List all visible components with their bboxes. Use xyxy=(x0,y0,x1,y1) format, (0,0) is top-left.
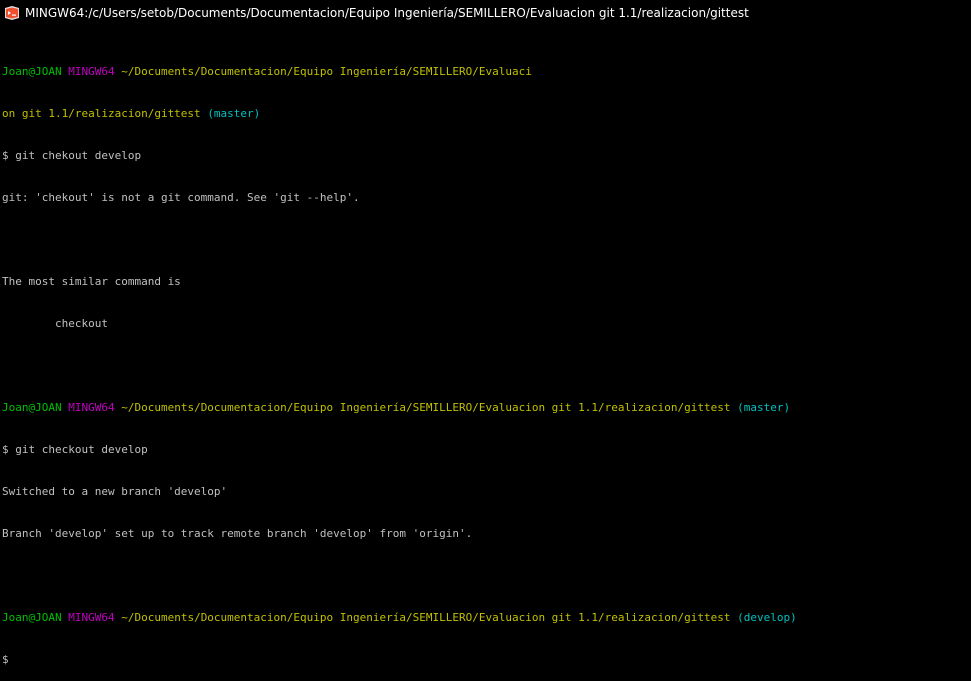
git-bash-icon xyxy=(4,5,20,21)
prompt-path-wrap: on git 1.1/realizacion/gittest xyxy=(2,107,201,120)
command-line: $ git chekout develop xyxy=(2,149,142,162)
prompt-branch: (master) xyxy=(207,107,261,120)
prompt-user: Joan@JOAN xyxy=(2,611,62,624)
prompt-line: Joan@JOAN MINGW64 ~/Documents/Documentac… xyxy=(2,65,968,79)
prompt-user: Joan@JOAN xyxy=(2,65,62,78)
prompt-branch: (develop) xyxy=(737,611,797,624)
prompt-line-wrap: on git 1.1/realizacion/gittest (master) xyxy=(2,107,968,121)
terminal-output[interactable]: Joan@JOAN MINGW64 ~/Documents/Documentac… xyxy=(2,37,968,666)
command-line: $ git checkout develop xyxy=(2,443,148,456)
prompt-line: Joan@JOAN MINGW64 ~/Documents/Documentac… xyxy=(2,611,968,625)
output-line: Branch 'develop' set up to track remote … xyxy=(2,527,473,540)
prompt-host: MINGW64 xyxy=(68,65,115,78)
prompt-path: ~/Documents/Documentacion/Equipo Ingenie… xyxy=(121,65,532,78)
prompt-path: ~/Documents/Documentacion/Equipo Ingenie… xyxy=(121,401,731,414)
output-line: The most similar command is xyxy=(2,275,181,288)
window-title: MINGW64:/c/Users/setob/Documents/Documen… xyxy=(25,6,749,20)
prompt-host: MINGW64 xyxy=(68,611,115,624)
output-line: Switched to a new branch 'develop' xyxy=(2,485,228,498)
window-titlebar[interactable]: MINGW64:/c/Users/setob/Documents/Documen… xyxy=(0,0,971,26)
input-prompt[interactable]: $ xyxy=(2,653,968,667)
output-line: checkout xyxy=(2,317,108,330)
output-line: git: 'chekout' is not a git command. See… xyxy=(2,191,360,204)
prompt-branch: (master) xyxy=(737,401,791,414)
prompt-user: Joan@JOAN xyxy=(2,401,62,414)
prompt-line: Joan@JOAN MINGW64 ~/Documents/Documentac… xyxy=(2,401,968,415)
prompt-path: ~/Documents/Documentacion/Equipo Ingenie… xyxy=(121,611,731,624)
prompt-host: MINGW64 xyxy=(68,401,115,414)
